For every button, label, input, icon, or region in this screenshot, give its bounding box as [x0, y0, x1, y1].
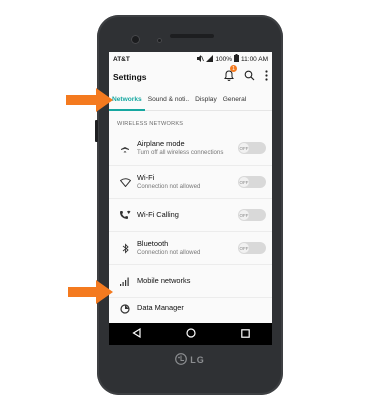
home-icon [185, 325, 196, 342]
navigation-bar [109, 323, 272, 345]
wifi-toggle[interactable]: OFF [238, 176, 266, 188]
back-button[interactable] [131, 325, 141, 343]
status-bar: AT&T 100% 11:00 AM [109, 52, 272, 66]
brand-name: LG [190, 355, 205, 365]
bluetooth-toggle[interactable]: OFF [238, 242, 266, 254]
row-bluetooth[interactable]: Bluetooth Connection not allowed OFF [109, 232, 272, 265]
wifi-calling-toggle[interactable]: OFF [238, 209, 266, 221]
volume-button[interactable] [95, 120, 98, 142]
callout-arrow-mobile-networks [68, 280, 113, 309]
app-bar: Settings 1 [109, 65, 272, 88]
row-title: Airplane mode [137, 139, 185, 149]
lg-face-icon [175, 353, 188, 367]
tab-general[interactable]: General [220, 88, 249, 110]
row-title: Data Manager [137, 303, 184, 312]
callout-arrow-networks-tab [66, 88, 113, 117]
more-vert-icon [265, 68, 268, 85]
battery-percent: 100% [215, 55, 233, 63]
lg-logo: LG [170, 352, 210, 368]
row-subtitle: Connection not allowed [137, 248, 201, 256]
notification-badge: 1 [230, 65, 237, 72]
tab-networks[interactable]: Networks [109, 88, 145, 111]
more-options-button[interactable] [265, 68, 268, 86]
back-icon [131, 325, 141, 342]
carrier-label: AT&T [113, 55, 130, 63]
airplane-mode-toggle[interactable]: OFF [238, 142, 266, 154]
toggle-state: OFF [239, 177, 249, 187]
front-camera [131, 35, 140, 44]
notifications-button[interactable]: 1 [224, 65, 237, 86]
row-wifi[interactable]: Wi-Fi Connection not allowed OFF [109, 166, 272, 199]
screen: AT&T 100% 11:00 AM Settings 1 Networks S… [109, 52, 272, 345]
row-title: Wi-Fi Calling [137, 209, 179, 219]
toggle-state: OFF [239, 210, 249, 220]
row-wifi-calling[interactable]: Wi-Fi Calling OFF [109, 199, 272, 232]
page-title: Settings [113, 72, 147, 82]
signal-bars-icon [113, 277, 137, 286]
airplane-icon [113, 143, 137, 153]
row-mobile-networks[interactable]: Mobile networks [109, 265, 272, 298]
wifi-icon [113, 177, 137, 187]
row-title: Mobile networks [137, 275, 191, 285]
mute-icon [196, 54, 205, 64]
row-airplane-mode[interactable]: Airplane mode Turn off all wireless conn… [109, 131, 272, 166]
row-title: Wi-Fi [137, 173, 155, 183]
wifi-calling-icon [113, 210, 137, 220]
row-subtitle: Turn off all wireless connections [137, 148, 224, 156]
settings-tabs: Networks Sound & noti.. Display General [109, 88, 272, 111]
signal-icon [206, 54, 214, 64]
tab-sound-notifications[interactable]: Sound & noti.. [145, 88, 192, 110]
earpiece-speaker [170, 34, 214, 38]
sensor [157, 38, 162, 43]
tab-display[interactable]: Display [192, 88, 220, 110]
search-icon [244, 68, 255, 85]
data-usage-icon [113, 304, 137, 314]
recents-button[interactable] [240, 325, 250, 343]
home-button[interactable] [185, 325, 196, 343]
section-header: WIRELESS NETWORKS [117, 121, 184, 127]
toggle-state: OFF [239, 243, 249, 253]
clock: 11:00 AM [241, 55, 268, 63]
toggle-state: OFF [239, 143, 249, 153]
search-button[interactable] [244, 68, 255, 86]
recents-icon [240, 325, 250, 342]
bluetooth-icon [113, 242, 137, 254]
row-subtitle: Connection not allowed [137, 182, 201, 190]
battery-icon [234, 54, 240, 64]
row-title: Bluetooth [137, 239, 169, 249]
